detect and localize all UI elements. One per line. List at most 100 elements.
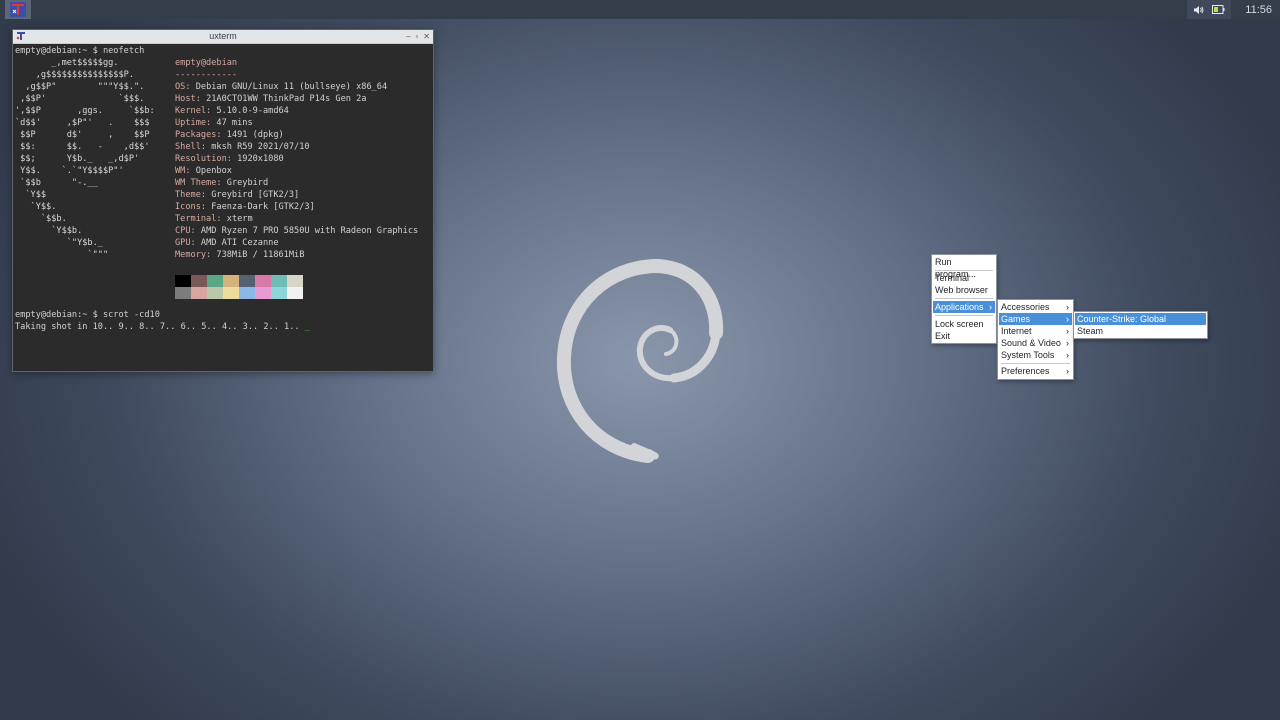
menu-item-label: Sound & Video: [1001, 338, 1061, 348]
info-key: Terminal: [175, 214, 217, 224]
prompt-line: empty@debian:~ $ neofetch: [15, 46, 145, 56]
terminal-output[interactable]: empty@debian:~ $ neofetch _,met$$$$$gg. …: [15, 45, 431, 369]
color-swatch: [255, 275, 271, 287]
neofetch-logo-line: `$$b "-.__: [15, 178, 98, 188]
menu-item-run-program[interactable]: Run program...: [933, 256, 995, 279]
battery-icon[interactable]: [1212, 5, 1225, 14]
color-swatch: [239, 275, 255, 287]
color-swatch: [271, 287, 287, 299]
info-colon: :: [216, 214, 227, 224]
info-value: Debian GNU/Linux 11 (bullseye) x86_64: [195, 82, 388, 92]
menu-item-label: Games: [1001, 314, 1031, 324]
info-key: Theme: [175, 190, 201, 200]
menu-separator: [935, 315, 993, 316]
neofetch-info-line: Resolution: 1920x1080: [175, 153, 284, 165]
neofetch-info-line: Uptime: 47 mins: [175, 117, 253, 129]
info-value: Openbox: [195, 166, 232, 176]
color-swatch: [287, 287, 303, 299]
info-key: OS: [175, 82, 186, 92]
menu-item-terminal[interactable]: Terminal: [933, 272, 995, 284]
menu-item-exit[interactable]: Exit: [933, 330, 995, 342]
neofetch-logo-line: ,g$$$$$$$$$$$$$$$P.: [15, 70, 134, 80]
neofetch-logo-line: ,$$P' `$$$.: [15, 94, 145, 104]
minimize-icon[interactable]: –: [406, 30, 410, 43]
chevron-right-icon: ›: [1066, 326, 1069, 336]
menu-item-preferences[interactable]: Preferences ›: [999, 365, 1072, 377]
games-menu: Counter-Strike: Global Offensive Steam: [1073, 311, 1208, 339]
clock[interactable]: 11:56: [1241, 4, 1272, 16]
chevron-right-icon: ›: [989, 302, 992, 312]
menu-item-games[interactable]: Games ›: [999, 313, 1072, 325]
neofetch-header: empty@debian: [175, 58, 238, 68]
window-titlebar[interactable]: uxterm – ▫ ✕: [13, 30, 433, 44]
prompt-line: empty@debian:~ $ scrot -cd10: [15, 310, 160, 320]
neofetch-info-line: Kernel: 5.10.0-9-amd64: [175, 105, 289, 117]
info-value: xterm: [226, 214, 253, 224]
info-key: WM: [175, 166, 186, 176]
menu-item-system-tools[interactable]: System Tools ›: [999, 349, 1072, 361]
menu-item-label: Applications: [935, 302, 984, 312]
chevron-right-icon: ›: [1066, 338, 1069, 348]
color-swatch: [239, 287, 255, 299]
menu-item-lock-screen[interactable]: Lock screen: [933, 318, 995, 330]
info-value: Greybird: [226, 178, 269, 188]
menu-item-sound-video[interactable]: Sound & Video ›: [999, 337, 1072, 349]
info-value: 1491 (dpkg): [226, 130, 284, 140]
xterm-launcher-icon: [10, 2, 26, 17]
color-swatch: [223, 275, 239, 287]
neofetch-info-line: Host: 21A0CTO1WW ThinkPad P14s Gen 2a: [175, 93, 366, 105]
neofetch-logo-line: `Y$$b.: [15, 226, 83, 236]
info-key: GPU: [175, 238, 191, 248]
neofetch-logo-line: `Y$$.: [15, 202, 57, 212]
menu-separator: [1001, 363, 1070, 364]
info-value: Greybird [GTK2/3]: [211, 190, 300, 200]
info-colon: :: [216, 178, 227, 188]
chevron-right-icon: ›: [1066, 314, 1069, 324]
neofetch-logo-line: ',$$P ,ggs. `$$b:: [15, 106, 155, 116]
window-title: uxterm: [209, 31, 237, 41]
app-launcher-button[interactable]: [5, 0, 31, 19]
menu-item-label: System Tools: [1001, 350, 1055, 360]
terminal-window[interactable]: uxterm – ▫ ✕ empty@debian:~ $ neofetch _…: [12, 29, 434, 372]
info-value: mksh R59 2021/07/10: [211, 142, 310, 152]
info-colon: :: [206, 250, 217, 260]
info-key: Kernel: [175, 106, 207, 116]
system-tray: 11:56: [1187, 0, 1280, 19]
menu-item-accessories[interactable]: Accessories ›: [999, 301, 1072, 313]
info-value: AMD ATI Cezanne: [200, 238, 279, 248]
info-key: Uptime: [175, 118, 207, 128]
countdown-text: Taking shot in 10.. 9.. 8.. 7.. 6.. 5.. …: [15, 322, 305, 332]
info-value: 5.10.0-9-amd64: [216, 106, 289, 116]
menu-item-applications[interactable]: Applications ›: [933, 301, 995, 313]
menu-separator: [935, 270, 993, 271]
neofetch-info-line: Packages: 1491 (dpkg): [175, 129, 284, 141]
chevron-right-icon: ›: [1066, 366, 1069, 376]
chevron-right-icon: ›: [1066, 302, 1069, 312]
menu-item-web-browser[interactable]: Web browser: [933, 284, 995, 296]
info-key: Resolution: [175, 154, 227, 164]
color-swatch: [175, 287, 191, 299]
info-colon: :: [200, 190, 212, 200]
maximize-icon[interactable]: ▫: [415, 30, 418, 43]
menu-item-steam[interactable]: Steam: [1075, 325, 1206, 337]
neofetch-logo-line: `"Y$b._: [15, 238, 103, 248]
info-key: Packages: [175, 130, 217, 140]
close-icon[interactable]: ✕: [423, 30, 430, 43]
color-swatch: [223, 287, 239, 299]
menu-item-csgo[interactable]: Counter-Strike: Global Offensive: [1075, 313, 1206, 336]
menu-item-label: Preferences: [1001, 366, 1050, 376]
info-colon: :: [216, 130, 227, 140]
neofetch-info-line: Shell: mksh R59 2021/07/10: [175, 141, 310, 153]
neofetch-logo-line: `Y$$: [15, 190, 47, 200]
info-colon: :: [190, 238, 201, 248]
neofetch-info-line: WM Theme: Greybird: [175, 177, 268, 189]
info-key: CPU: [175, 226, 191, 236]
color-swatch: [207, 275, 223, 287]
info-colon: :: [185, 82, 196, 92]
neofetch-logo-line: `$$b.: [15, 214, 67, 224]
neofetch-info-line: OS: Debian GNU/Linux 11 (bullseye) x86_6…: [175, 81, 387, 93]
volume-icon[interactable]: [1193, 5, 1204, 15]
menu-item-internet[interactable]: Internet ›: [999, 325, 1072, 337]
color-swatch: [271, 275, 287, 287]
neofetch-info-line: Icons: Faenza-Dark [GTK2/3]: [175, 201, 315, 213]
